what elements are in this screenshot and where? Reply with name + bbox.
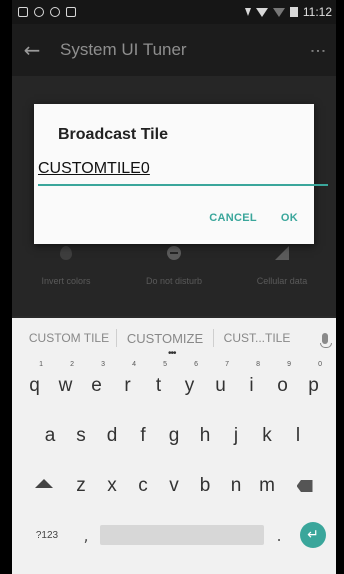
broadcast-tile-dialog: Broadcast Tile CUSTOMTILE0 CANCEL OK (34, 104, 328, 244)
key-y[interactable]: 6y (174, 361, 205, 406)
enter-key[interactable]: ↵ (300, 522, 326, 548)
key-f[interactable]: f (128, 416, 159, 456)
key-x[interactable]: x (97, 466, 128, 506)
key-row-4: ?123 , . ↵ (12, 522, 336, 548)
screen: 11:12 ← System UI Tuner ⋮ Invert colors … (12, 0, 336, 574)
dialog-title: Broadcast Tile (58, 126, 168, 143)
space-bar[interactable] (100, 525, 264, 545)
key-v[interactable]: v (159, 466, 190, 506)
key-row-2: a s d f g h j k l (12, 416, 336, 456)
key-l[interactable]: l (283, 416, 314, 456)
backspace-key[interactable] (283, 466, 327, 506)
do-not-disturb-icon (167, 246, 181, 260)
key-row-3: z x c v b n m (12, 466, 336, 506)
suggestion-2[interactable]: CUSTOMIZE (117, 331, 213, 346)
key-i[interactable]: 8i (236, 361, 267, 406)
suggestion-strip: CUSTOM TILE CUSTOMIZE CUST...TILE ••• (12, 318, 336, 359)
status-bar: 11:12 (12, 0, 336, 24)
key-k[interactable]: k (252, 416, 283, 456)
tile-name-value: CUSTOMTILE0 (38, 160, 150, 177)
battery-icon (289, 7, 298, 17)
bluetooth-icon (244, 8, 251, 16)
key-w[interactable]: 2w (50, 361, 81, 406)
tile-name-input[interactable]: CUSTOMTILE0 (38, 160, 328, 186)
microphone-icon[interactable] (320, 332, 332, 348)
usb-icon (34, 7, 44, 17)
key-d[interactable]: d (97, 416, 128, 456)
device-bezel-left (0, 0, 12, 574)
back-arrow-icon[interactable]: ← (12, 38, 52, 62)
symbols-key[interactable]: ?123 (22, 530, 72, 541)
key-e[interactable]: 3e (81, 361, 112, 406)
tile-row: Invert colors Do not disturb Cellular da… (12, 244, 336, 286)
key-r[interactable]: 4r (112, 361, 143, 406)
signal-icon (272, 7, 285, 17)
clock: 11:12 (302, 5, 332, 19)
screenshot-icon (66, 7, 76, 17)
ok-button[interactable]: OK (281, 212, 298, 224)
cellular-data-icon (275, 246, 289, 260)
cancel-button[interactable]: CANCEL (209, 212, 257, 224)
suggestion-3[interactable]: CUST...TILE (214, 331, 300, 345)
tile-do-not-disturb[interactable]: Do not disturb (124, 244, 224, 286)
soft-keyboard: 1q 2w 3e 4r 5t 6y 7u 8i 9o 0p a s d f g … (12, 358, 336, 574)
backspace-icon (296, 480, 313, 492)
key-a[interactable]: a (35, 416, 66, 456)
shift-arrow-icon (34, 478, 53, 488)
key-o[interactable]: 9o (267, 361, 298, 406)
key-m[interactable]: m (252, 466, 283, 506)
wifi-icon (255, 7, 268, 17)
notification-icon (18, 7, 28, 17)
key-u[interactable]: 7u (205, 361, 236, 406)
tile-label: Do not disturb (145, 276, 203, 286)
key-p[interactable]: 0p (298, 361, 329, 406)
key-n[interactable]: n (221, 466, 252, 506)
tile-label: Cellular data (256, 276, 308, 286)
key-g[interactable]: g (159, 416, 190, 456)
app-toolbar: ← System UI Tuner ⋮ (12, 24, 336, 76)
key-row-1: 1q 2w 3e 4r 5t 6y 7u 8i 9o 0p (12, 361, 336, 406)
suggestion-1[interactable]: CUSTOM TILE (22, 331, 116, 345)
key-j[interactable]: j (221, 416, 252, 456)
period-key[interactable]: . (264, 526, 294, 545)
key-b[interactable]: b (190, 466, 221, 506)
comma-key[interactable]: , (72, 526, 100, 545)
tile-label: Invert colors (41, 276, 91, 286)
page-title: System UI Tuner (60, 40, 187, 59)
key-q[interactable]: 1q (19, 361, 50, 406)
overflow-menu-icon[interactable]: ⋮ (309, 43, 328, 58)
key-z[interactable]: z (66, 466, 97, 506)
key-t[interactable]: 5t (143, 361, 174, 406)
tile-cellular-data[interactable]: Cellular data (232, 244, 332, 286)
key-h[interactable]: h (190, 416, 221, 456)
chrome-icon (50, 7, 60, 17)
key-c[interactable]: c (128, 466, 159, 506)
invert-colors-icon (60, 246, 72, 260)
tile-invert-colors[interactable]: Invert colors (16, 244, 116, 286)
device-bezel-right (336, 0, 344, 574)
shift-key[interactable] (22, 466, 66, 506)
key-s[interactable]: s (66, 416, 97, 456)
